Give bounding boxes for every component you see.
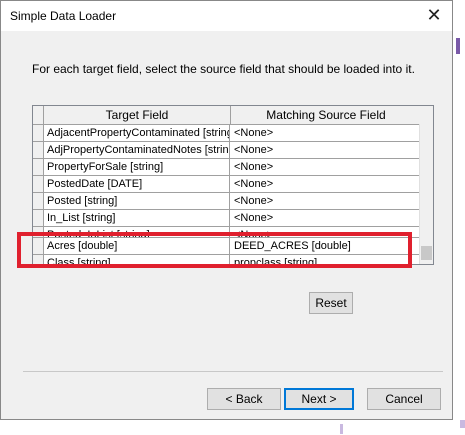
field-mapping-grid[interactable]: Target Field Matching Source Field Adjac… <box>32 105 434 265</box>
matching-source-field-header[interactable]: Matching Source Field <box>231 106 421 124</box>
table-row[interactable]: In_List [string] <None> <box>33 210 421 227</box>
title-bar: Simple Data Loader ✕ <box>1 1 452 31</box>
row-selector[interactable] <box>33 142 44 158</box>
source-field-cell[interactable]: <None> <box>231 227 421 237</box>
vertical-scrollbar[interactable] <box>419 124 433 264</box>
row-selector[interactable] <box>33 193 44 209</box>
row-selector[interactable] <box>33 255 44 264</box>
table-row[interactable]: PostedDate [DATE] <None> <box>33 176 421 193</box>
next-button[interactable]: Next > <box>284 388 354 410</box>
source-field-cell[interactable]: propclass [string] <box>231 255 421 264</box>
target-field-cell: Class [string] <box>44 255 230 264</box>
background-mark <box>460 420 465 428</box>
background-mark <box>340 424 343 434</box>
table-row[interactable]: PropertyForSale [string] <None> <box>33 159 421 176</box>
simple-data-loader-dialog: Simple Data Loader ✕ For each target fie… <box>0 0 453 420</box>
target-field-cell: PropertyForSale [string] <box>44 159 230 175</box>
target-field-cell: AdjPropertyContaminatedNotes [string <box>44 142 230 158</box>
grid-rows: AdjacentPropertyContaminated [string <Non… <box>33 125 421 264</box>
back-button[interactable]: < Back <box>207 388 281 410</box>
row-selector[interactable] <box>33 159 44 175</box>
table-row[interactable]: AdjPropertyContaminatedNotes [string <Non… <box>33 142 421 159</box>
separator <box>23 371 443 372</box>
table-row[interactable]: Class [string] propclass [string] <box>33 255 421 264</box>
target-field-cell: AdjacentPropertyContaminated [string <box>44 125 230 141</box>
close-icon: ✕ <box>426 5 442 25</box>
close-button[interactable]: ✕ <box>422 6 446 26</box>
row-selector[interactable] <box>33 176 44 192</box>
source-field-cell[interactable]: <None> <box>231 142 421 158</box>
table-row[interactable]: Acres [double] DEED_ACRES [double] <box>33 238 421 255</box>
source-field-cell[interactable]: <None> <box>231 159 421 175</box>
cancel-button[interactable]: Cancel <box>367 388 441 410</box>
reset-button[interactable]: Reset <box>309 292 353 314</box>
instructions-text: For each target field, select the source… <box>32 62 415 76</box>
target-field-header[interactable]: Target Field <box>44 106 231 124</box>
row-selector[interactable] <box>33 238 44 254</box>
row-selector[interactable] <box>33 227 44 237</box>
source-field-cell[interactable]: <None> <box>231 193 421 209</box>
table-row[interactable]: Posted_InList [string] <None> <box>33 227 421 238</box>
scrollbar-thumb[interactable] <box>421 246 432 260</box>
background-mark <box>456 38 460 54</box>
row-selector[interactable] <box>33 210 44 226</box>
grid-header: Target Field Matching Source Field <box>33 106 433 125</box>
source-field-cell[interactable]: <None> <box>231 125 421 141</box>
target-field-cell: Posted_InList [string] <box>44 227 230 237</box>
table-row[interactable]: AdjacentPropertyContaminated [string <Non… <box>33 125 421 142</box>
source-field-cell[interactable]: <None> <box>231 210 421 226</box>
source-field-cell[interactable]: DEED_ACRES [double] <box>231 238 421 254</box>
target-field-cell: PostedDate [DATE] <box>44 176 230 192</box>
header-corner <box>33 106 44 124</box>
target-field-cell: Acres [double] <box>44 238 230 254</box>
source-field-cell[interactable]: <None> <box>231 176 421 192</box>
window-title: Simple Data Loader <box>10 9 117 23</box>
row-selector[interactable] <box>33 125 44 141</box>
target-field-cell: In_List [string] <box>44 210 230 226</box>
target-field-cell: Posted [string] <box>44 193 230 209</box>
table-row[interactable]: Posted [string] <None> <box>33 193 421 210</box>
